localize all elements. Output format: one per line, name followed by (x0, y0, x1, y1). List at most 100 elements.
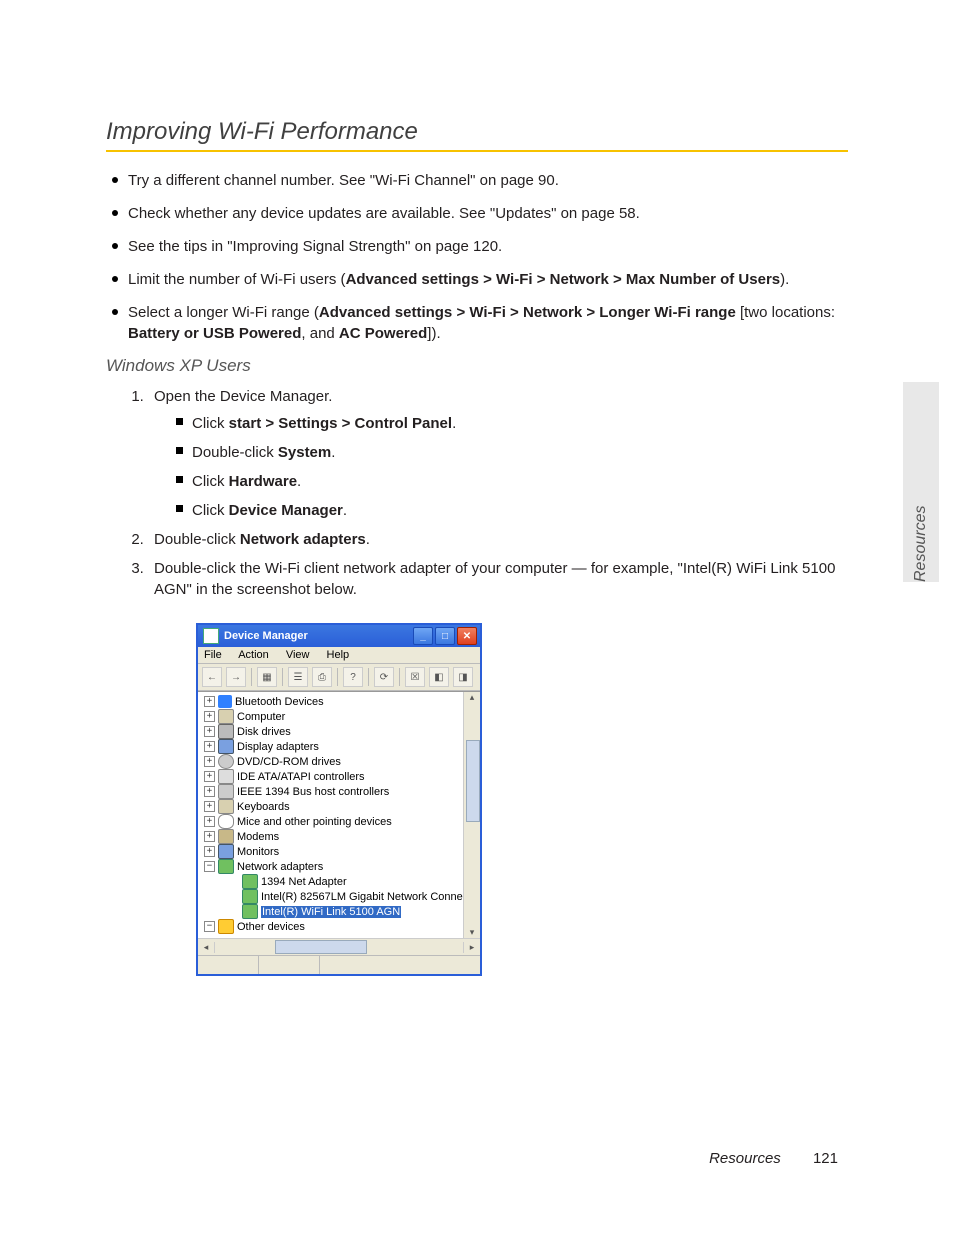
collapse-icon[interactable]: − (204, 921, 215, 932)
close-button[interactable]: ✕ (457, 627, 477, 645)
scan-icon[interactable]: ⟳ (374, 667, 394, 687)
network-icon (242, 904, 258, 919)
sub-item: Click Device Manager. (176, 500, 848, 521)
device-manager-window: Device Manager _ □ ✕ File Action View He… (196, 623, 482, 976)
tree-node-other[interactable]: − Other devices (198, 919, 480, 934)
menu-help[interactable]: Help (327, 649, 350, 661)
expand-icon[interactable]: + (204, 801, 215, 812)
tree-node-1394-adapter[interactable]: 1394 Net Adapter (198, 874, 480, 889)
expand-icon[interactable]: + (204, 756, 215, 767)
forward-icon[interactable]: → (226, 667, 246, 687)
scrollbar-thumb[interactable] (275, 940, 367, 954)
expand-icon[interactable]: + (204, 711, 215, 722)
minimize-button[interactable]: _ (413, 627, 433, 645)
tree-node-ieee1394[interactable]: + IEEE 1394 Bus host controllers (198, 784, 480, 799)
title-rule (106, 150, 848, 152)
network-icon (242, 874, 258, 889)
maximize-button[interactable]: □ (435, 627, 455, 645)
bullet-item: Check whether any device updates are ava… (106, 203, 848, 224)
tree-node-keyboards[interactable]: + Keyboards (198, 799, 480, 814)
tree-node-modems[interactable]: + Modems (198, 829, 480, 844)
tree-node-network[interactable]: − Network adapters (198, 859, 480, 874)
bullet-list: Try a different channel number. See "Wi-… (106, 170, 848, 344)
sub-item: Click start > Settings > Control Panel. (176, 413, 848, 434)
collapse-icon[interactable]: − (204, 861, 215, 872)
expand-icon[interactable]: + (204, 846, 215, 857)
expand-icon[interactable]: + (204, 831, 215, 842)
expand-icon[interactable]: + (204, 741, 215, 752)
horizontal-scrollbar[interactable]: ◂▸ (198, 938, 480, 955)
tree-node-computer[interactable]: +Computer (198, 709, 480, 724)
expand-icon[interactable]: + (204, 696, 215, 707)
toolbar-icon[interactable]: ☒ (405, 667, 425, 687)
app-icon (203, 628, 219, 644)
tree-label: Display adapters (237, 741, 319, 753)
ide-icon (218, 769, 234, 784)
tree-label: Disk drives (237, 726, 291, 738)
expand-icon[interactable]: + (204, 786, 215, 797)
tree-label: Network adapters (237, 861, 323, 873)
bullet-text: Limit the number of Wi-Fi users ( (128, 271, 346, 288)
back-icon[interactable]: ← (202, 667, 222, 687)
window-titlebar[interactable]: Device Manager _ □ ✕ (198, 625, 480, 647)
toolbar-icon[interactable]: ◨ (453, 667, 473, 687)
tree-node-gigabit-adapter[interactable]: Intel(R) 82567LM Gigabit Network Connec (198, 889, 480, 904)
steps-list: Open the Device Manager. Click start > S… (106, 386, 848, 600)
toolbar-icon[interactable]: ▦ (257, 667, 277, 687)
computer-icon (218, 709, 234, 724)
document-page: Resources Improving Wi-Fi Performance Tr… (0, 0, 954, 1235)
sub-bold: Device Manager (229, 502, 343, 519)
bullet-item: Select a longer Wi-Fi range (Advanced se… (106, 302, 848, 344)
menu-view[interactable]: View (286, 649, 310, 661)
tree-label: IEEE 1394 Bus host controllers (237, 786, 389, 798)
tree-node-disk[interactable]: + Disk drives (198, 724, 480, 739)
help-icon[interactable]: ? (343, 667, 363, 687)
properties-icon[interactable]: ☰ (288, 667, 308, 687)
sub-bold: System (278, 444, 331, 461)
footer-page-number: 121 (813, 1150, 838, 1167)
sub-bold: Hardware (229, 473, 297, 490)
toolbar-icon[interactable]: ◧ (429, 667, 449, 687)
page-title: Improving Wi-Fi Performance (106, 118, 848, 146)
sub-item: Double-click System. (176, 442, 848, 463)
tree-node-mice[interactable]: +Mice and other pointing devices (198, 814, 480, 829)
expand-icon[interactable]: + (204, 816, 215, 827)
tree-node-monitors[interactable]: +Monitors (198, 844, 480, 859)
sub-text: Click (192, 473, 229, 490)
tree-node-wifi-adapter[interactable]: Intel(R) WiFi Link 5100 AGN (198, 904, 480, 919)
tree-node-dvd[interactable]: +DVD/CD-ROM drives (198, 754, 480, 769)
separator (399, 668, 400, 686)
footer-section: Resources (709, 1150, 781, 1167)
step-item: Double-click the Wi-Fi client network ad… (148, 558, 848, 600)
tree-label: Other devices (237, 921, 305, 933)
scrollbar-thumb[interactable] (466, 740, 480, 822)
tree-label: Keyboards (237, 801, 290, 813)
other-icon (218, 919, 234, 934)
separator (337, 668, 338, 686)
disk-icon (218, 724, 234, 739)
menubar[interactable]: File Action View Help (198, 647, 480, 664)
bullet-text: Select a longer Wi-Fi range ( (128, 304, 319, 321)
step-text: Double-click (154, 531, 240, 548)
tree-label-selected: Intel(R) WiFi Link 5100 AGN (261, 906, 401, 918)
expand-icon[interactable]: + (204, 771, 215, 782)
bullet-path: Advanced settings > Wi-Fi > Network > Ma… (346, 271, 781, 288)
tree-node-ide[interactable]: +IDE ATA/ATAPI controllers (198, 769, 480, 784)
expand-icon[interactable]: + (204, 726, 215, 737)
separator (368, 668, 369, 686)
vertical-scrollbar[interactable] (463, 692, 480, 938)
tree-node-bluetooth[interactable]: +Bluetooth Devices (198, 694, 480, 709)
bullet-path: Advanced settings > Wi-Fi > Network > Lo… (319, 304, 736, 321)
bullet-item: See the tips in "Improving Signal Streng… (106, 236, 848, 257)
menu-file[interactable]: File (204, 649, 222, 661)
page-footer: Resources 121 (709, 1150, 838, 1167)
scroll-right-icon[interactable]: ▸ (463, 942, 480, 953)
bullet-text: , and (301, 325, 339, 342)
window-title: Device Manager (224, 630, 411, 642)
scroll-left-icon[interactable]: ◂ (198, 942, 215, 953)
tree-label: Modems (237, 831, 279, 843)
menu-action[interactable]: Action (238, 649, 269, 661)
tree-node-display[interactable]: + Display adapters (198, 739, 480, 754)
print-icon[interactable]: ⎙ (312, 667, 332, 687)
bullet-text: [two locations: (736, 304, 835, 321)
